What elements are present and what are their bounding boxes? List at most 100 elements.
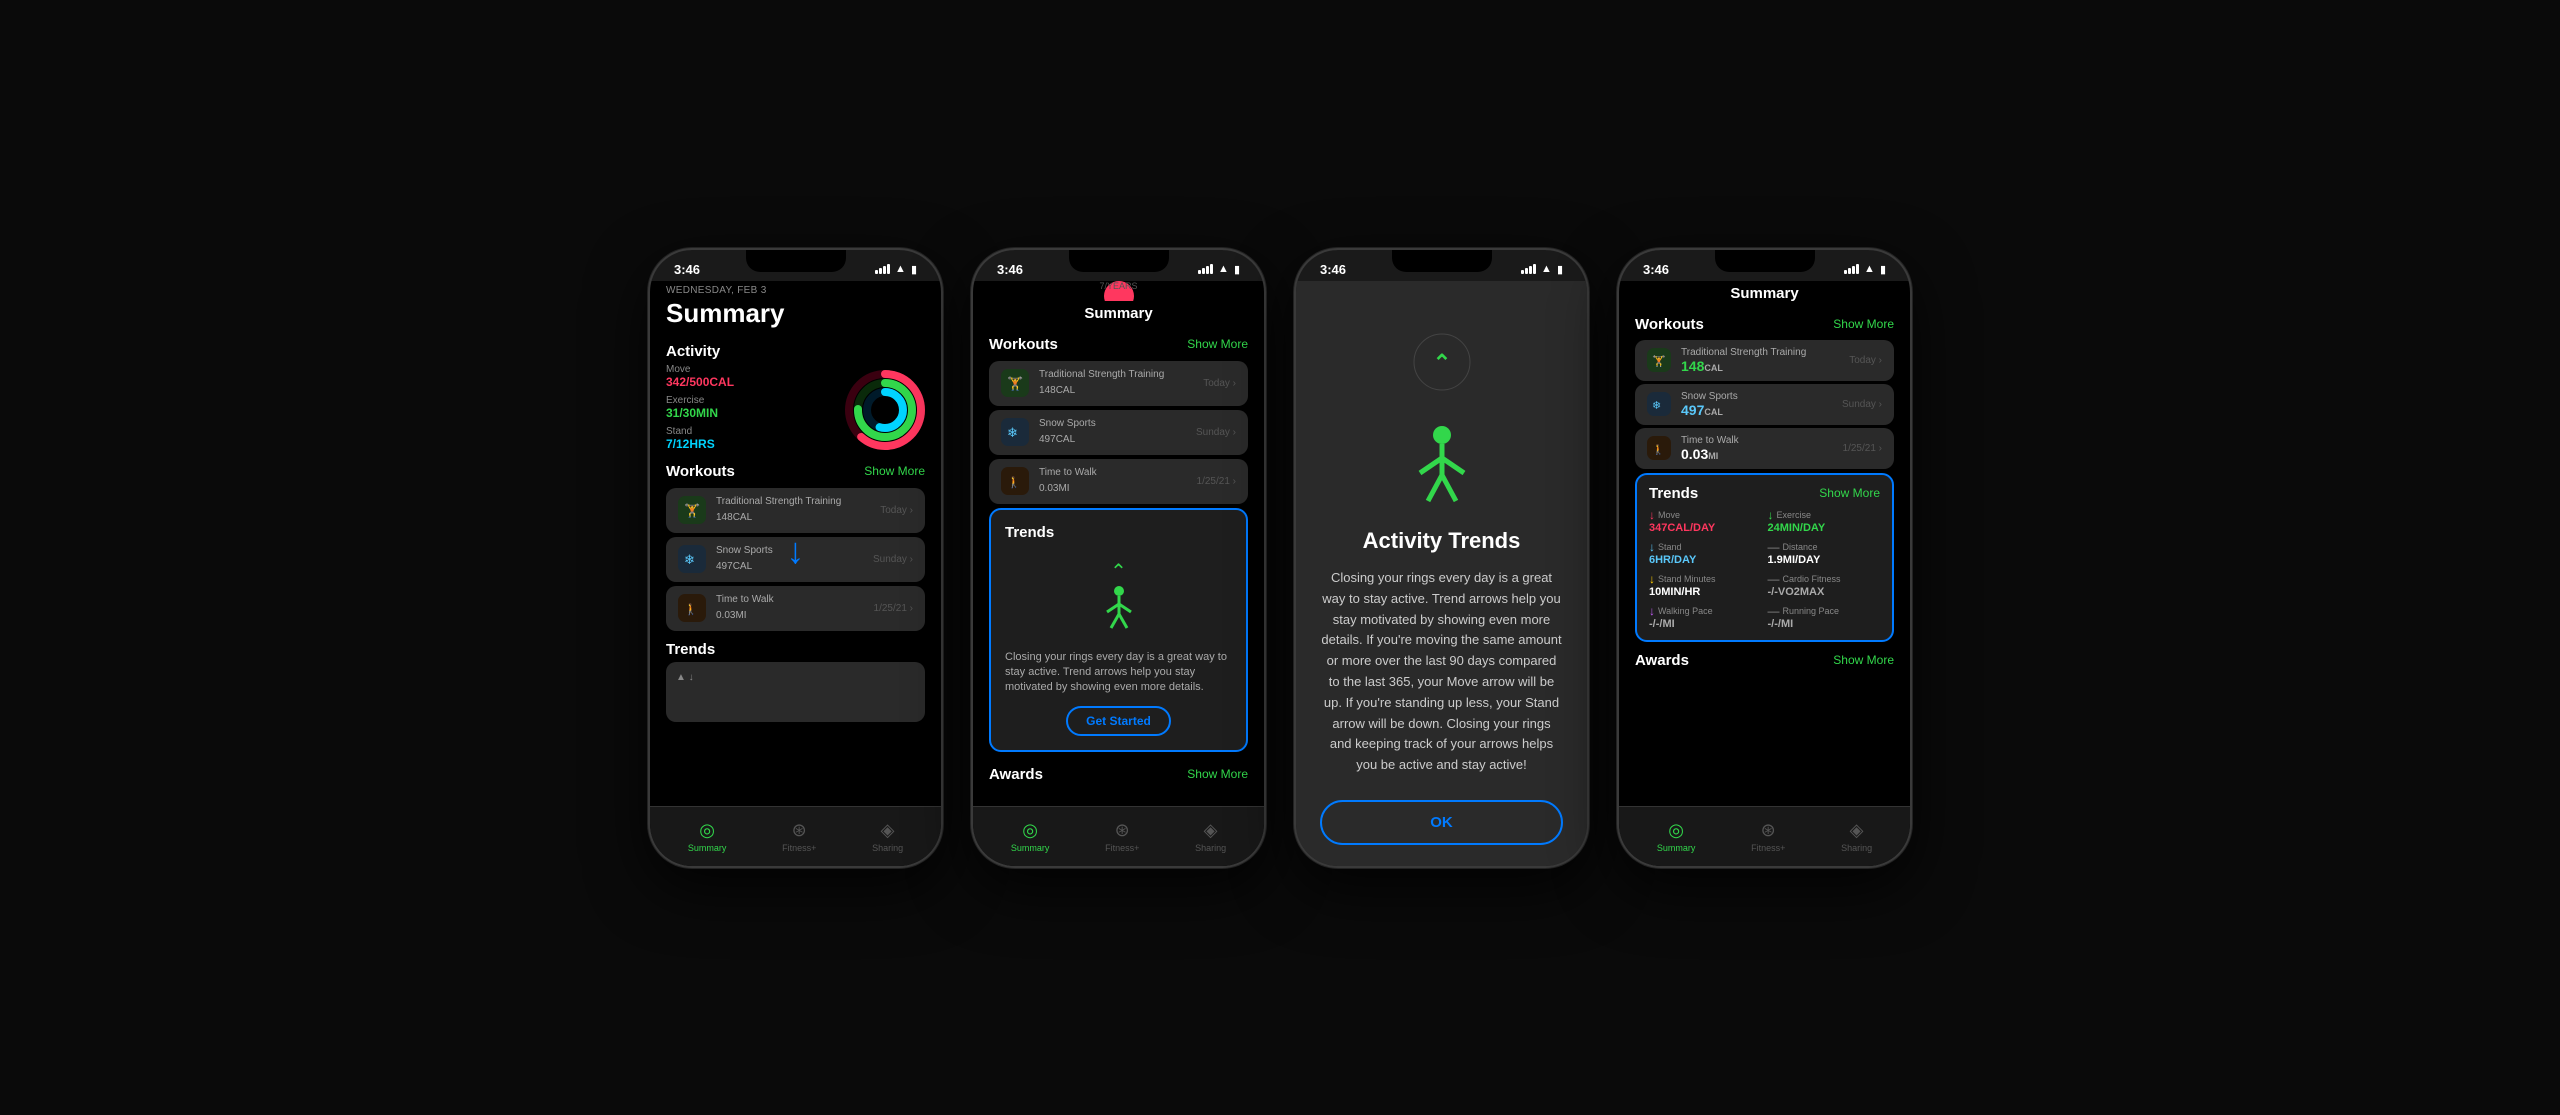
- nav-fitness-2[interactable]: ⊛ Fitness+: [1105, 820, 1139, 853]
- sharing-nav-icon-4: ◈: [1850, 820, 1864, 841]
- move-trend-value: 347CAL/DAY: [1649, 522, 1762, 534]
- page-title-1: Summary: [650, 296, 941, 337]
- workout-info-1c: Time to Walk 0.03MI: [716, 594, 864, 623]
- trend-exercise-4: ↓ Exercise 24MIN/DAY: [1768, 508, 1881, 534]
- awards-title-2: Awards: [989, 766, 1043, 783]
- stand-trend-value: 6HR/DAY: [1649, 554, 1762, 566]
- workout-info-2c: Time to Walk 0.03MI: [1039, 467, 1187, 496]
- trends-section-1: ▲ ↓: [650, 662, 941, 722]
- workout-cal-4a: 148CAL: [1681, 358, 1839, 374]
- workout-cal-4b: 497CAL: [1681, 402, 1832, 418]
- svg-text:🏋: 🏋: [1652, 355, 1666, 367]
- trends-show-more-4[interactable]: Show More: [1819, 486, 1880, 500]
- walker-figure-3: [1402, 423, 1482, 518]
- workout-name-4c: Time to Walk: [1681, 435, 1833, 446]
- awards-header-2: Awards Show More: [973, 760, 1264, 787]
- svg-text:❄: ❄: [684, 552, 695, 567]
- workout-info-2b: Snow Sports 497CAL: [1039, 418, 1186, 447]
- phone3-screen: ⌃ Activity Tren: [1296, 281, 1587, 866]
- exercise-label: Exercise: [666, 395, 833, 406]
- nav-summary-label-2: Summary: [1011, 843, 1050, 853]
- distance-trend-value: 1.9MI/DAY: [1768, 554, 1881, 566]
- strength-icon-2: 🏋: [1001, 369, 1029, 397]
- sharing-nav-icon-1: ◈: [881, 820, 895, 841]
- workout-info-2a: Traditional Strength Training 148CAL: [1039, 369, 1193, 398]
- trends-desc-2: Closing your rings every day is a great …: [1005, 650, 1232, 696]
- workout-card-2c[interactable]: 🚶 Time to Walk 0.03MI 1/25/21 ›: [989, 459, 1248, 504]
- overlay-text-3: Closing your rings every day is a great …: [1320, 568, 1563, 776]
- bottom-nav-2: ◎ Summary ⊛ Fitness+ ◈ Sharing: [973, 806, 1264, 866]
- nav-summary-2[interactable]: ◎ Summary: [1011, 820, 1050, 853]
- workout-date-1b: Sunday ›: [873, 554, 913, 565]
- nav-fitness-1[interactable]: ⊛ Fitness+: [782, 820, 816, 853]
- nav-fitness-4[interactable]: ⊛ Fitness+: [1751, 820, 1785, 853]
- workouts-header-1: Workouts Show More: [650, 457, 941, 484]
- workout-date-4a: Today ›: [1849, 355, 1882, 366]
- workout-name-4a: Traditional Strength Training: [1681, 347, 1839, 358]
- nav-summary-4[interactable]: ◎ Summary: [1657, 820, 1696, 853]
- nav-sharing-2[interactable]: ◈ Sharing: [1195, 820, 1226, 853]
- trend-runpace-4: — Running Pace -/-/MI: [1768, 604, 1881, 630]
- workouts-title-1: Workouts: [666, 463, 735, 480]
- activity-stats-1: Move 342/500CAL Exercise 31/30MIN Stand …: [666, 364, 833, 457]
- svg-text:🏋: 🏋: [1007, 376, 1023, 391]
- runpace-trend-value: -/-/MI: [1768, 618, 1881, 630]
- snow-icon-4: ❄: [1647, 392, 1671, 416]
- status-bar-3: 3:46 ▲ ▮: [1296, 250, 1587, 281]
- workout-card-2b[interactable]: ❄ Snow Sports 497CAL Sunday ›: [989, 410, 1248, 455]
- workouts-show-more-2[interactable]: Show More: [1187, 337, 1248, 351]
- workout-card-1c[interactable]: 🚶 Time to Walk 0.03MI 1/25/21 ›: [666, 586, 925, 631]
- trend-standmin-4: ↓ Stand Minutes 10MIN/HR: [1649, 572, 1762, 598]
- nav-sharing-label-4: Sharing: [1841, 843, 1872, 853]
- nav-sharing-1[interactable]: ◈ Sharing: [872, 820, 903, 853]
- move-trend-label: Move: [1658, 510, 1680, 520]
- stand-trend-label: Stand: [1658, 542, 1682, 552]
- summary-nav-icon-2: ◎: [1022, 820, 1038, 841]
- scroll-top-2: 7/YEARS: [973, 281, 1264, 301]
- strength-icon-4: 🏋: [1647, 348, 1671, 372]
- get-started-btn[interactable]: Get Started: [1066, 706, 1171, 736]
- workout-card-4a[interactable]: 🏋 Traditional Strength Training 148CAL T…: [1635, 340, 1894, 381]
- trends-grid-card-4: Trends Show More ↓ Move 347CAL/DAY: [1635, 473, 1894, 642]
- battery-icon-3: ▮: [1557, 263, 1563, 276]
- workout-info-4b: Snow Sports 497CAL: [1681, 391, 1832, 418]
- awards-show-more-4[interactable]: Show More: [1833, 653, 1894, 667]
- cardio-trend-value: -/-VO2MAX: [1768, 586, 1881, 598]
- signal-icon-3: [1521, 264, 1536, 274]
- nav-sharing-4[interactable]: ◈ Sharing: [1841, 820, 1872, 853]
- workout-card-4b[interactable]: ❄ Snow Sports 497CAL Sunday ›: [1635, 384, 1894, 425]
- walk-icon-1: 🚶: [678, 594, 706, 622]
- walkpace-trend-arrow: ↓: [1649, 604, 1655, 618]
- awards-title-4: Awards: [1635, 652, 1689, 669]
- exercise-trend-label: Exercise: [1777, 510, 1812, 520]
- workout-card-4c[interactable]: 🚶 Time to Walk 0.03MI 1/25/21 ›: [1635, 428, 1894, 469]
- battery-icon-1: ▮: [911, 263, 917, 276]
- awards-show-more-2[interactable]: Show More: [1187, 767, 1248, 781]
- nav-sharing-label-2: Sharing: [1195, 843, 1226, 853]
- workouts-show-more-1[interactable]: Show More: [864, 464, 925, 478]
- trends-preview-1: ▲ ↓: [666, 662, 925, 722]
- date-label-1: WEDNESDAY, FEB 3: [650, 281, 941, 296]
- workouts-show-more-4[interactable]: Show More: [1833, 317, 1894, 331]
- workout-cal-1a: 148CAL: [716, 507, 870, 525]
- trends-grid-header-4: Trends Show More: [1649, 485, 1880, 508]
- phone1-screen: WEDNESDAY, FEB 3 Summary Activity Move 3…: [650, 281, 941, 866]
- trends-card-2: Trends ⌃ Closing your rings: [989, 508, 1248, 752]
- strength-icon-1: 🏋: [678, 496, 706, 524]
- workout-name-2a: Traditional Strength Training: [1039, 369, 1193, 380]
- workouts-title-2: Workouts: [989, 336, 1058, 353]
- ok-button-3[interactable]: OK: [1320, 800, 1563, 845]
- workout-card-1a[interactable]: 🏋 Traditional Strength Training 148CAL T…: [666, 488, 925, 533]
- nav-summary-label-4: Summary: [1657, 843, 1696, 853]
- awards-header-4: Awards Show More: [1619, 646, 1910, 673]
- nav-summary-1[interactable]: ◎ Summary: [688, 820, 727, 853]
- activity-section-1: Move 342/500CAL Exercise 31/30MIN Stand …: [650, 364, 941, 457]
- status-icons-1: ▲ ▮: [875, 263, 917, 276]
- battery-icon-2: ▮: [1234, 263, 1240, 276]
- workout-info-1a: Traditional Strength Training 148CAL: [716, 496, 870, 525]
- move-label: Move: [666, 364, 833, 375]
- workout-card-2a[interactable]: 🏋 Traditional Strength Training 148CAL T…: [989, 361, 1248, 406]
- trends-card-title-2: Trends: [1005, 524, 1232, 541]
- phones-container: 3:46 ▲ ▮ WEDNESDAY, FEB 3 Summary: [648, 248, 1912, 868]
- svg-text:⌃: ⌃: [1432, 350, 1450, 375]
